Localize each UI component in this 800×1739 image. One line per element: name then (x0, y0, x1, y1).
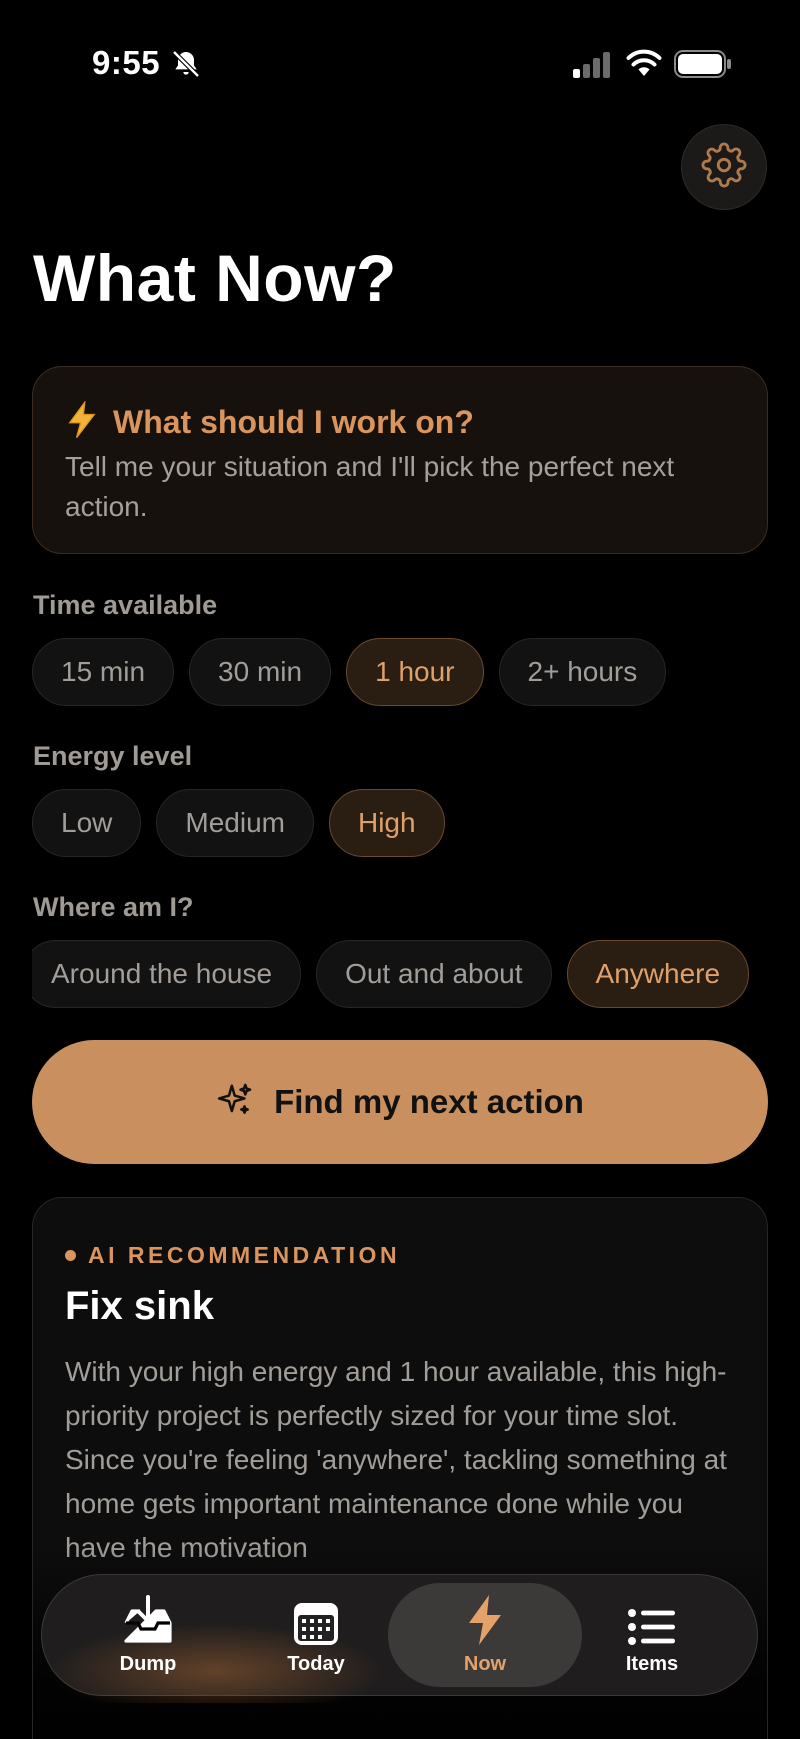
intro-card: What should I work on? Tell me your situ… (32, 366, 768, 554)
energy-chip-low[interactable]: Low (32, 789, 142, 857)
tab-dump-label: Dump (119, 1653, 177, 1675)
bell-muted-icon (170, 48, 202, 85)
recommendation-eyebrow: AI RECOMMENDATION (65, 1242, 400, 1269)
status-time: 9:55 (92, 44, 161, 81)
inbox-download-icon (120, 1589, 176, 1647)
energy-section-label: Energy level (33, 741, 193, 771)
location-chip-out-and-about[interactable]: Out and about (316, 940, 552, 1008)
recommendation-eyebrow-text: AI RECOMMENDATION (88, 1242, 401, 1268)
find-next-action-button[interactable]: Find my next action (32, 1040, 768, 1164)
time-options: 15 min 30 min 1 hour 2+ hours (32, 638, 667, 706)
list-icon (627, 1589, 677, 1647)
energy-chip-medium[interactable]: Medium (156, 789, 314, 857)
tab-items[interactable]: Items (577, 1589, 727, 1689)
gear-icon (701, 142, 747, 193)
time-section-label: Time available (33, 590, 218, 620)
sparkles-icon (216, 1081, 254, 1124)
time-chip-1-hour[interactable]: 1 hour (346, 638, 484, 706)
find-button-label: Find my next action (274, 1083, 584, 1120)
tab-today[interactable]: Today (241, 1589, 391, 1689)
tab-bar: Dump Today Now Items (41, 1574, 758, 1703)
location-options[interactable]: Around the house Out and about Anywhere (32, 940, 768, 1008)
intro-text: Tell me your situation and I'll pick the… (65, 451, 675, 522)
status-bar: 9:55 (0, 0, 800, 130)
accent-dot (65, 1250, 76, 1261)
time-chip-2-plus-hours[interactable]: 2+ hours (498, 638, 667, 706)
location-section-label: Where am I? (33, 892, 194, 922)
settings-button[interactable] (681, 124, 767, 210)
intro-title: What should I work on? (113, 404, 474, 440)
recommendation-title: Fix sink (65, 1284, 214, 1328)
tab-items-label: Items (625, 1653, 679, 1675)
battery-icon (674, 50, 732, 83)
intro-header: What should I work on? (65, 399, 474, 444)
recommendation-body: With your high energy and 1 hour availab… (65, 1356, 727, 1563)
time-chip-30-min[interactable]: 30 min (189, 638, 332, 706)
energy-options: Low Medium High (32, 789, 445, 857)
tab-now[interactable]: Now (410, 1589, 560, 1689)
tab-now-label: Now (463, 1653, 507, 1675)
location-chip-around-the-house[interactable]: Around the house (32, 940, 302, 1008)
calendar-icon (292, 1589, 340, 1647)
wifi-icon (626, 48, 662, 83)
page-title: What Now? (33, 241, 397, 315)
tab-dump[interactable]: Dump (73, 1589, 223, 1689)
lightning-icon (465, 1589, 505, 1647)
lightning-icon (65, 399, 99, 444)
energy-chip-high[interactable]: High (328, 789, 445, 857)
location-chip-anywhere[interactable]: Anywhere (566, 940, 750, 1008)
cellular-signal-icon (572, 52, 614, 83)
tab-today-label: Today (287, 1653, 345, 1675)
time-chip-15-min[interactable]: 15 min (32, 638, 175, 706)
